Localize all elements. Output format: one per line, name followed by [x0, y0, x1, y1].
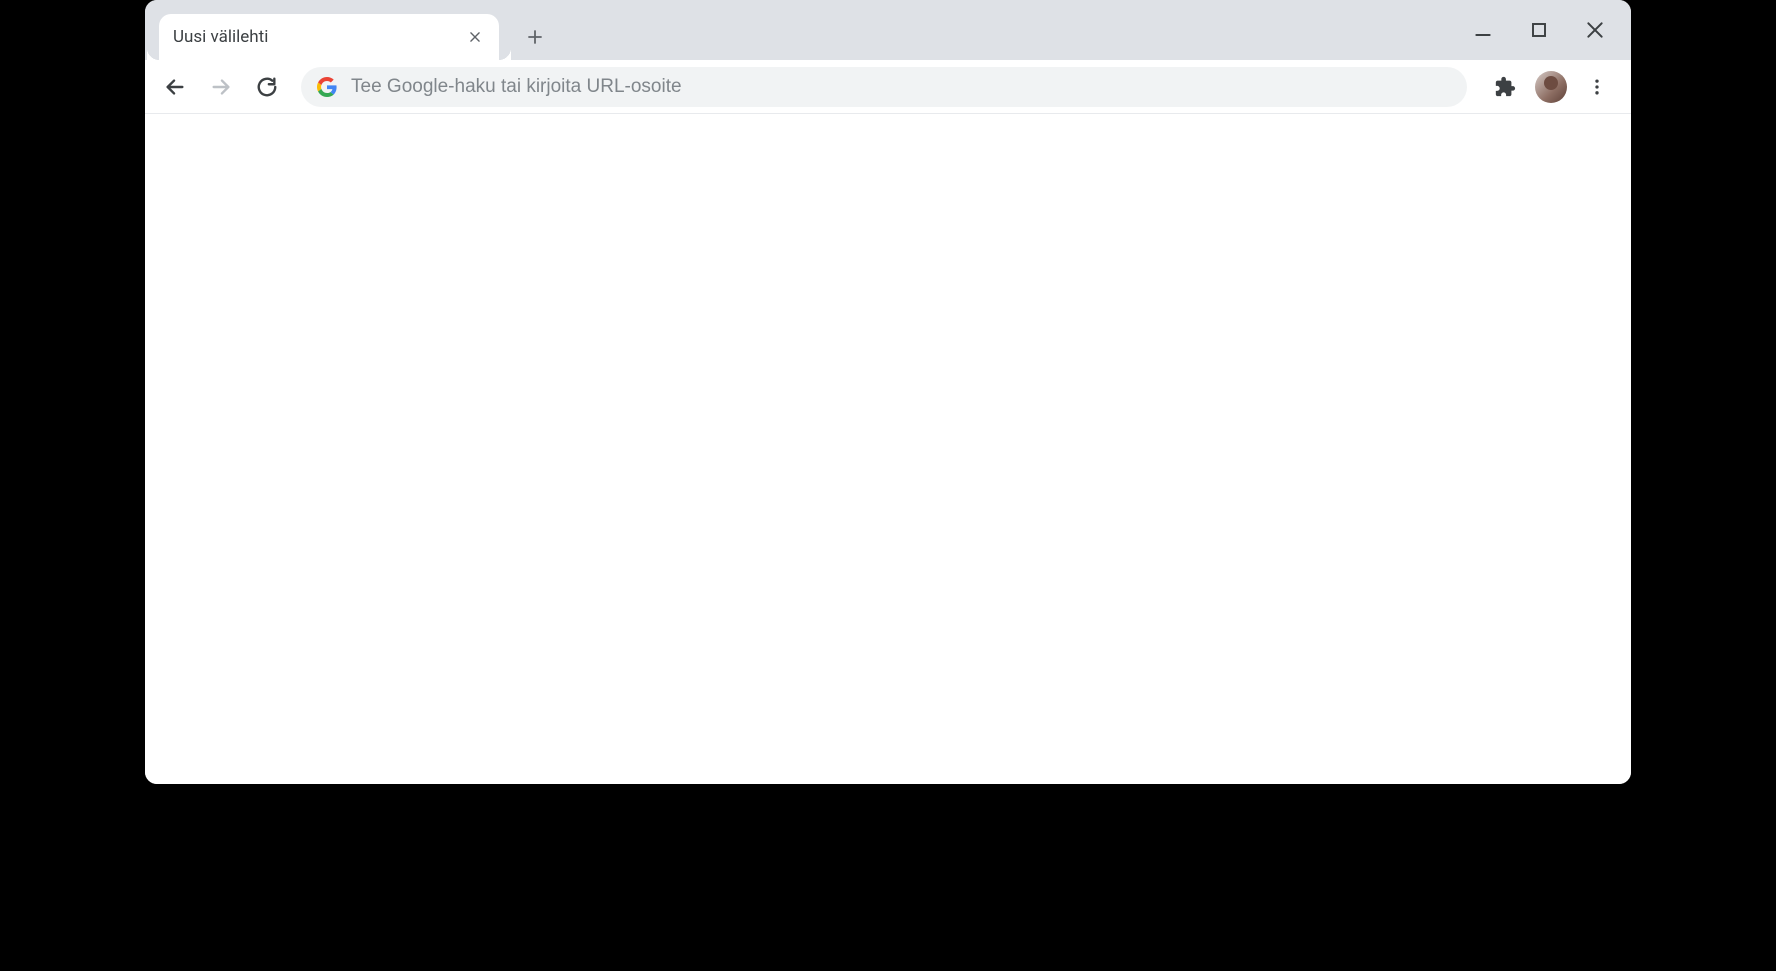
close-window-button[interactable] — [1581, 16, 1609, 44]
tab-active[interactable]: Uusi välilehti — [159, 14, 499, 60]
page-content — [145, 114, 1631, 784]
tab-close-icon[interactable] — [465, 27, 485, 47]
tab-title: Uusi välilehti — [173, 27, 465, 47]
new-tab-button[interactable] — [517, 19, 553, 55]
browser-window: Uusi välilehti — [145, 0, 1631, 784]
address-bar[interactable] — [301, 67, 1467, 107]
minimize-button[interactable] — [1469, 16, 1497, 44]
extensions-icon[interactable] — [1487, 69, 1523, 105]
toolbar-right — [1481, 69, 1621, 105]
tab-strip: Uusi välilehti — [145, 0, 1631, 60]
google-icon — [317, 77, 337, 97]
kebab-menu-icon[interactable] — [1579, 69, 1615, 105]
omnibox-input[interactable] — [351, 76, 1451, 98]
maximize-button[interactable] — [1525, 16, 1553, 44]
back-button[interactable] — [155, 67, 195, 107]
window-controls — [1469, 0, 1623, 60]
forward-button[interactable] — [201, 67, 241, 107]
profile-avatar[interactable] — [1535, 71, 1567, 103]
reload-button[interactable] — [247, 67, 287, 107]
toolbar — [145, 60, 1631, 114]
